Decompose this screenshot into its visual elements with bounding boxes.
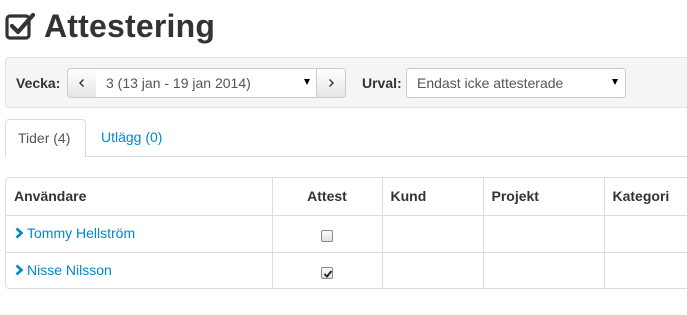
tab-bar: Tider (4) Utlägg (0) xyxy=(5,119,687,158)
user-link[interactable]: Tommy Hellström xyxy=(14,225,135,241)
caret-down-icon xyxy=(612,79,618,85)
filter-select[interactable]: Endast icke attesterade xyxy=(406,68,626,98)
checkbox-checked-icon xyxy=(5,12,36,40)
kategori-cell xyxy=(604,252,687,288)
user-link[interactable]: Nisse Nilsson xyxy=(14,262,112,278)
prev-week-button[interactable] xyxy=(67,68,97,98)
filter-bar: Vecka: 3 (13 jan - 19 jan 2014) Urval: E… xyxy=(5,57,687,108)
kategori-cell xyxy=(604,215,687,253)
kund-cell xyxy=(382,215,484,253)
tab-tider[interactable]: Tider (4) xyxy=(5,119,86,158)
week-select[interactable]: 3 (13 jan - 19 jan 2014) xyxy=(96,68,317,98)
page-header: Attestering xyxy=(4,6,215,46)
attest-checkbox[interactable] xyxy=(321,267,333,280)
projekt-cell xyxy=(483,252,605,288)
week-label: Vecka: xyxy=(16,75,61,91)
column-header-kund: Kund xyxy=(382,178,484,216)
chevron-right-icon xyxy=(329,79,334,87)
chevron-right-icon xyxy=(15,227,24,239)
filter-label: Urval: xyxy=(362,75,402,91)
user-name: Tommy Hellström xyxy=(27,225,136,241)
tab-utlagg[interactable]: Utlägg (0) xyxy=(89,119,174,157)
chevron-left-icon xyxy=(79,79,84,87)
projekt-cell xyxy=(483,215,605,253)
checkmark-icon xyxy=(323,270,333,279)
attest-checkbox[interactable] xyxy=(321,230,333,243)
page-title: Attestering xyxy=(44,7,216,44)
kund-cell xyxy=(382,252,484,288)
column-header-attest: Attest xyxy=(272,178,383,216)
table-row: Tommy Hellström xyxy=(6,215,687,253)
attest-table: Användare Attest Kund Projekt Kategori T… xyxy=(5,177,687,289)
week-select-value: 3 (13 jan - 19 jan 2014) xyxy=(106,75,251,91)
table-header-row: Användare Attest Kund Projekt Kategori xyxy=(6,178,687,216)
column-header-user: Användare xyxy=(6,178,273,216)
column-header-kategori: Kategori xyxy=(604,178,687,216)
column-header-projekt: Projekt xyxy=(483,178,605,216)
caret-down-icon xyxy=(304,79,310,85)
chevron-right-icon xyxy=(15,264,24,276)
table-row: Nisse Nilsson xyxy=(6,252,687,288)
filter-select-value: Endast icke attesterade xyxy=(417,75,564,91)
user-name: Nisse Nilsson xyxy=(27,262,112,279)
next-week-button[interactable] xyxy=(316,68,346,98)
